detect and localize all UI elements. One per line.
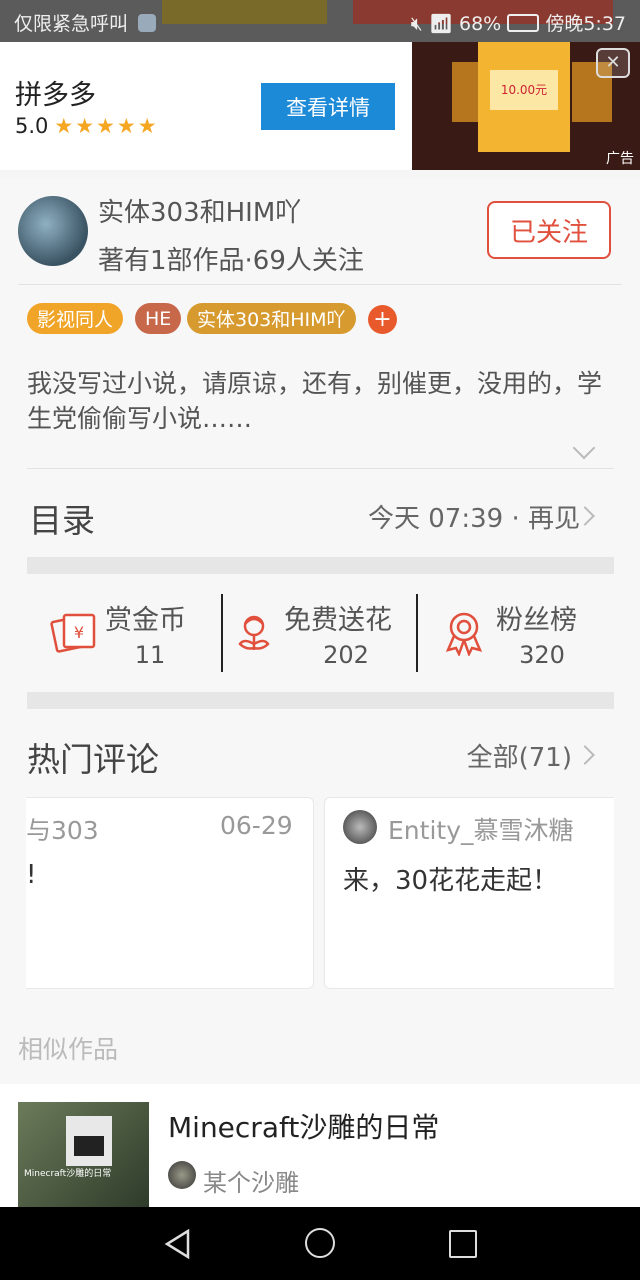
wifi-icon: 📶︎ <box>428 13 453 35</box>
stat-value-coins: 11 <box>134 641 166 669</box>
ad-rating-value: 5.0 <box>15 114 49 138</box>
all-comments-link[interactable]: 全部(71) <box>467 737 572 774</box>
status-bar-strip <box>162 0 327 24</box>
star-rating-icon: ★★★★★ <box>54 114 159 138</box>
comment-text: ! <box>26 860 37 890</box>
stat-label-coins[interactable]: 赏金币 <box>105 598 186 637</box>
navigation-bar <box>0 1207 640 1280</box>
carrier-text: 仅限紧急呼叫 <box>14 9 157 36</box>
comment-card[interactable]: 与303 06-29 ! <box>26 797 314 989</box>
svg-text:¥: ¥ <box>74 623 84 642</box>
status-bar: 仅限紧急呼叫 🔇︎ 📶︎ 68% 傍晚5:37 <box>0 0 640 42</box>
stat-value-flowers: 202 <box>323 641 369 669</box>
mute-icon: 🔇︎ <box>410 13 423 35</box>
comment-user: 与303 <box>26 816 99 845</box>
cover-figure-face <box>74 1136 104 1156</box>
stat-value-fans: 320 <box>519 641 565 669</box>
book-author-avatar <box>168 1161 196 1189</box>
comments-title: 热门评论 <box>27 740 159 779</box>
baidu-paw-icon <box>138 14 157 32</box>
author-stats: 著有1部作品·69人关注 <box>98 246 364 276</box>
comment-card[interactable]: Entity_慕雪沐糖 来，30花花走起！ <box>324 797 614 989</box>
book-author[interactable]: 某个沙雕 <box>203 1163 299 1198</box>
close-icon[interactable]: ✕ <box>596 48 630 78</box>
section-separator <box>27 557 614 574</box>
ad-app-name: 拼多多 <box>15 80 96 111</box>
catalog-title[interactable]: 目录 <box>29 494 95 542</box>
stat-divider <box>416 594 418 672</box>
flower-icon <box>234 612 274 654</box>
stat-divider <box>221 594 223 672</box>
cover-title: Minecraft沙雕的日常 <box>24 1169 112 1179</box>
author-name[interactable]: 实体303和HIM吖 <box>98 192 301 229</box>
ad-tag: 广告 <box>606 151 634 167</box>
ribbon-medal-icon <box>444 610 484 658</box>
book-description: 我没写过小说，请原谅，还有，别催更，没用的，学生党偷偷写小说…… <box>27 369 603 433</box>
stat-label-flowers[interactable]: 免费送花 <box>284 598 392 637</box>
cover-figure-head <box>66 1116 112 1166</box>
tag-author[interactable]: 实体303和HIM吖 <box>187 303 356 334</box>
emergency-call-label: 仅限紧急呼叫 <box>14 13 129 35</box>
battery-percent: 68% <box>459 13 502 35</box>
add-tag-button[interactable]: + <box>368 305 397 334</box>
follow-button[interactable]: 已关注 <box>487 201 611 259</box>
comment-user: Entity_慕雪沐糖 <box>388 816 574 845</box>
stat-label-fans[interactable]: 粉丝榜 <box>496 598 577 637</box>
comment-date: 06-29 <box>220 811 293 840</box>
similar-works-label: 相似作品 <box>18 1035 119 1064</box>
avatar[interactable] <box>18 196 88 266</box>
ad-rating: 5.0 ★★★★★ <box>15 114 159 138</box>
red-envelope-icon: ¥ <box>50 611 96 653</box>
clock: 傍晚5:37 <box>545 13 626 35</box>
similar-book-item[interactable]: Minecraft沙雕的日常 Minecraft沙雕的日常 某个沙雕 <box>0 1084 640 1208</box>
catalog-latest[interactable]: 今天 07:39 · 再见 <box>368 498 580 535</box>
comment-text: 来，30花花走起！ <box>343 866 559 896</box>
book-cover[interactable]: Minecraft沙雕的日常 <box>18 1102 149 1208</box>
tag-ending[interactable]: HE <box>135 303 182 334</box>
battery-icon <box>507 14 540 32</box>
section-separator <box>27 692 614 709</box>
ad-banner[interactable]: 拼多多 5.0 ★★★★★ 查看详情 10.00元 ✕ 广告 <box>0 42 640 170</box>
back-icon[interactable] <box>164 1228 192 1263</box>
ad-thumb-coupon: 10.00元 <box>478 42 570 152</box>
tag-genre[interactable]: 影视同人 <box>27 303 124 334</box>
home-icon[interactable] <box>305 1228 335 1258</box>
recents-icon[interactable] <box>449 1230 477 1258</box>
book-title[interactable]: Minecraft沙雕的日常 <box>168 1106 439 1146</box>
ad-details-button[interactable]: 查看详情 <box>261 83 395 130</box>
ad-thumb-amount: 10.00元 <box>490 70 558 110</box>
divider <box>27 468 614 469</box>
commenter-avatar[interactable] <box>343 810 377 844</box>
ad-thumbnail[interactable]: 10.00元 ✕ 广告 <box>412 42 640 170</box>
status-right: 🔇︎ 📶︎ 68% 傍晚5:37 <box>411 9 626 36</box>
divider <box>18 284 622 285</box>
